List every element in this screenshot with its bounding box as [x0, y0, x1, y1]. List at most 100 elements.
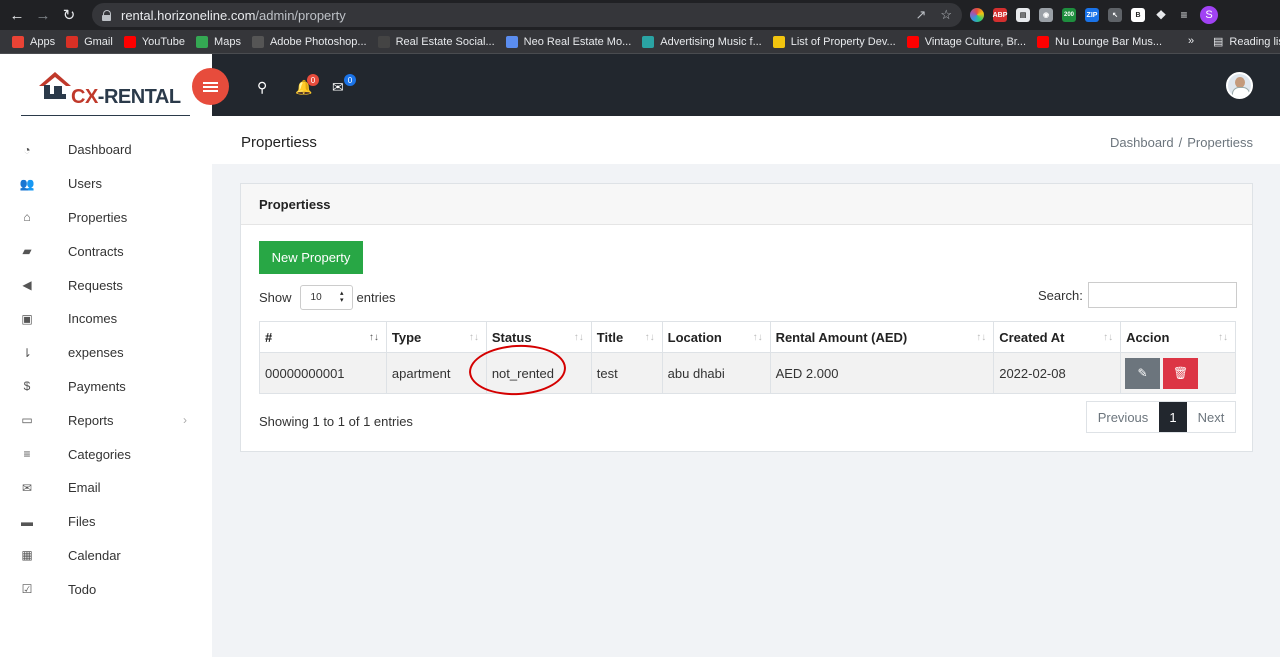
sidebar-item-payments[interactable]: $ Payments — [0, 370, 212, 404]
bookmark-item[interactable]: Neo Real Estate Mo... — [505, 35, 631, 48]
share-icon[interactable]: ↗ — [915, 7, 926, 23]
cell-id: 00000000001 — [259, 352, 387, 394]
money-icon: ▣ — [21, 311, 33, 326]
column-header[interactable]: Created At ↑↓ — [993, 321, 1122, 353]
column-header-label: Accion — [1126, 329, 1170, 345]
sidebar-item-categories[interactable]: ≡ Categories — [0, 437, 212, 471]
document-icon[interactable]: ▤ — [1016, 8, 1030, 22]
sidebar-item-label: Payments — [68, 378, 126, 394]
sidebar-menu: ◔ Dashboard 👥 Users ⌂ Properties ▰ Contracts ◀ Re… — [0, 133, 212, 606]
cell-created: 2022-02-08 — [993, 352, 1122, 394]
sidebar-item-properties[interactable]: ⌂ Properties — [0, 201, 212, 235]
sidebar-item-requests[interactable]: ◀ Requests — [0, 268, 212, 302]
sidebar-item-email[interactable]: ✉ Email — [0, 471, 212, 505]
column-header[interactable]: Accion ↑↓ — [1120, 321, 1236, 353]
bookmark-item[interactable]: List of Property Dev... — [772, 35, 896, 48]
sidebar-item-users[interactable]: 👥 Users — [0, 167, 212, 201]
book-icon: ▰ — [22, 244, 32, 259]
properties-table: # ↑↓ Type ↑↓ Status ↑↓ Title ↑↓ Location ↑↓ Rental… — [259, 321, 1236, 394]
bookmark-item[interactable]: Nu Lounge Bar Mus... — [1037, 35, 1163, 48]
sidebar-item-label: Reports — [68, 412, 114, 428]
back-icon[interactable]: ← — [8, 6, 26, 24]
column-header[interactable]: Title ↑↓ — [590, 321, 663, 353]
search-icon[interactable]: ⚲ — [257, 79, 267, 96]
sort-icon: ↑↓ — [468, 332, 479, 343]
profile-avatar[interactable]: S — [1200, 6, 1218, 24]
sidebar-item-reports[interactable]: ▭ Reports › — [0, 403, 212, 437]
column-header[interactable]: Rental Amount (AED) ↑↓ — [769, 321, 995, 353]
entries-select[interactable]: 10 — [299, 285, 353, 310]
envelope-icon: ✉ — [21, 480, 33, 495]
column-header[interactable]: # ↑↓ — [259, 321, 387, 353]
delete-button[interactable]: 🗑 — [1163, 357, 1199, 389]
sort-icon: ↑↓ — [368, 332, 379, 343]
address-bar[interactable]: rental.horizoneline.com/admin/property ↗… — [92, 3, 962, 27]
next-page-button[interactable]: Next — [1187, 402, 1235, 432]
cursor-icon[interactable]: ↖ — [1108, 8, 1122, 22]
entries-label: entries — [356, 290, 396, 305]
camera-icon[interactable]: ◉ — [1039, 8, 1053, 22]
menu-toggle-button[interactable] — [192, 68, 229, 105]
counter-extension-icon[interactable]: 200 — [1062, 8, 1076, 22]
trash-icon: 🗑 — [1172, 366, 1189, 380]
bookmark-item[interactable]: Gmail — [66, 35, 113, 48]
bookmark-star-icon[interactable]: ☆ — [940, 7, 952, 23]
media-queue-icon[interactable]: ≡ — [1177, 8, 1191, 22]
forward-icon[interactable]: → — [34, 6, 52, 24]
bookmark-item[interactable]: Apps — [12, 35, 55, 48]
bookmark-favicon-icon — [377, 35, 390, 48]
b-extension-icon[interactable]: B — [1131, 8, 1145, 22]
sidebar-item-label: Files — [68, 514, 96, 530]
bullhorn-icon: ◀ — [22, 278, 32, 293]
sidebar-item-label: Properties — [68, 209, 128, 225]
check-square-icon: ☑ — [21, 582, 33, 597]
sidebar-item-incomes[interactable]: ▣ Incomes — [0, 302, 212, 336]
column-header[interactable]: Location ↑↓ — [661, 321, 771, 353]
bookmarks-overflow-button[interactable]: » — [1188, 35, 1194, 47]
search-input[interactable] — [1087, 282, 1237, 308]
reading-list-button[interactable]: ▤ Reading lis — [1213, 35, 1280, 49]
bookmark-item[interactable]: YouTube — [123, 35, 185, 48]
reload-icon[interactable]: ↻ — [60, 6, 78, 24]
adblock-icon[interactable]: ABP — [993, 8, 1007, 22]
previous-page-button[interactable]: Previous — [1087, 402, 1159, 432]
sort-amount-icon: ⇂ — [21, 345, 33, 360]
bookmark-label: Nu Lounge Bar Mus... — [1055, 35, 1163, 48]
users-icon: 👥 — [19, 176, 35, 191]
card-title: Propertiess — [241, 184, 1252, 225]
zip-icon[interactable]: ZIP — [1085, 8, 1099, 22]
bookmark-favicon-icon — [66, 35, 79, 48]
user-avatar[interactable] — [1226, 72, 1253, 99]
column-header[interactable]: Type ↑↓ — [385, 321, 487, 353]
sidebar-item-calendar[interactable]: ▦ Calendar — [0, 539, 212, 573]
sidebar-item-dashboard[interactable]: ◔ Dashboard — [0, 133, 212, 167]
envelope-icon[interactable]: ✉ — [332, 79, 344, 96]
bookmark-label: List of Property Dev... — [790, 35, 896, 48]
dollar-icon: $ — [23, 379, 31, 394]
bookmark-item[interactable]: Vintage Culture, Br... — [906, 35, 1026, 48]
new-property-button[interactable]: New Property — [259, 241, 363, 274]
page-1-button[interactable]: 1 — [1159, 402, 1187, 432]
sidebar-item-todo[interactable]: ☑ Todo — [0, 572, 212, 606]
bookmark-item[interactable]: Adobe Photoshop... — [251, 35, 367, 48]
browser-toolbar: ← → ↻ rental.horizoneline.com/admin/prop… — [0, 0, 1280, 30]
bookmark-favicon-icon — [772, 35, 785, 48]
page-header: Propertiess Dashboard / Propertiess — [212, 116, 1280, 164]
column-header-label: Rental Amount (AED) — [775, 329, 908, 345]
page-title: Propertiess — [241, 134, 317, 151]
sort-icon: ↑↓ — [1218, 332, 1228, 343]
sidebar-item-files[interactable]: ▬ Files — [0, 505, 212, 539]
color-picker-icon[interactable] — [970, 8, 984, 22]
app-logo[interactable]: CX-RENTAL — [21, 66, 190, 116]
sidebar-item-label: Email — [68, 480, 101, 496]
breadcrumb-dashboard-link[interactable]: Dashboard — [1110, 135, 1174, 150]
sidebar-item-contracts[interactable]: ▰ Contracts — [0, 234, 212, 268]
puzzle-icon[interactable]: ❖ — [1154, 8, 1168, 22]
edit-button[interactable]: ✎ — [1125, 357, 1161, 389]
bookmark-item[interactable]: Maps — [196, 35, 241, 48]
table-header-row: # ↑↓ Type ↑↓ Status ↑↓ Title ↑↓ Location ↑↓ Rental… — [259, 321, 1236, 353]
bookmark-item[interactable]: Advertising Music f... — [642, 35, 762, 48]
sidebar-item-expenses[interactable]: ⇂ expenses — [0, 336, 212, 370]
bookmark-label: Maps — [214, 35, 241, 48]
bookmark-item[interactable]: Real Estate Social... — [377, 35, 495, 48]
